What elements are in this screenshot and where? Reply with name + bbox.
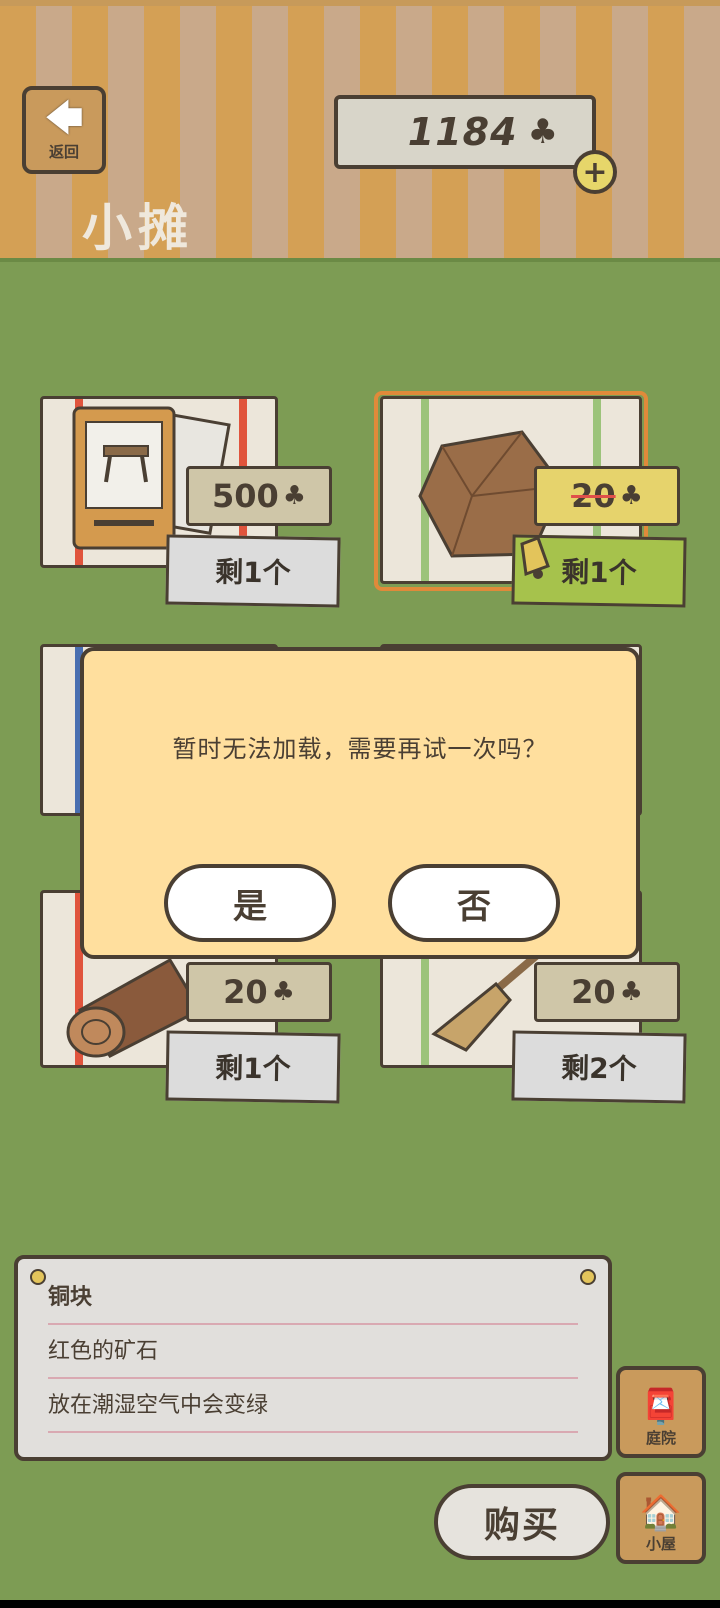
- item-description-board: 铜块 红色的矿石 放在潮湿空气中会变绿: [14, 1255, 612, 1461]
- yard-button[interactable]: 📮 庭院: [616, 1366, 706, 1458]
- clover-icon: ♣: [527, 112, 558, 152]
- currency-display: 1184 ♣: [334, 95, 596, 169]
- stock-tag: 剩1个: [165, 534, 341, 608]
- clover-icon: ♣: [271, 977, 295, 1007]
- system-nav-bar: [0, 1600, 720, 1608]
- price-tag: 500 ♣: [186, 466, 332, 526]
- price-tag: 20 ♣: [534, 962, 680, 1022]
- no-button[interactable]: 否: [388, 864, 560, 942]
- item-desc-line-1: 红色的矿石: [48, 1327, 578, 1379]
- retry-dialog: 暂时无法加载，需要再试一次吗？ 是 否: [80, 647, 640, 959]
- price-tag: 20 ♣: [186, 962, 332, 1022]
- price-value: 500: [211, 477, 279, 515]
- bell-icon: [520, 536, 550, 579]
- currency-amount: 1184: [407, 110, 518, 154]
- dialog-message: 暂时无法加载，需要再试一次吗？: [172, 735, 548, 763]
- price-value: 20: [571, 477, 616, 515]
- add-currency-button[interactable]: +: [573, 150, 617, 194]
- back-button[interactable]: 🡄 返回: [22, 86, 106, 174]
- clover-icon: ♣: [619, 481, 643, 511]
- item-name: 铜块: [48, 1273, 578, 1325]
- pin-dot: [30, 1269, 46, 1285]
- house-icon: 🏠: [639, 1493, 683, 1533]
- stock-tag: 剩1个: [165, 1030, 341, 1104]
- pin-dot: [580, 1269, 596, 1285]
- mailbox-icon: 📮: [639, 1387, 683, 1427]
- price-value: 20: [223, 973, 268, 1011]
- price-tag: 20 ♣: [534, 466, 680, 526]
- stock-tag: 剩2个: [511, 1030, 687, 1104]
- clover-icon: ♣: [619, 977, 643, 1007]
- yard-label: 庭院: [645, 1429, 676, 1447]
- buy-button[interactable]: 购买: [434, 1484, 610, 1560]
- house-button[interactable]: 🏠 小屋: [616, 1472, 706, 1564]
- left-arrow-icon: 🡄: [44, 95, 84, 140]
- yes-button[interactable]: 是: [164, 864, 336, 942]
- back-label: 返回: [48, 142, 79, 161]
- house-label: 小屋: [645, 1535, 676, 1553]
- price-value: 20: [571, 973, 616, 1011]
- item-desc-line-2: 放在潮湿空气中会变绿: [48, 1381, 578, 1433]
- clover-icon: ♣: [282, 481, 307, 511]
- page-title: 小摊: [82, 199, 194, 257]
